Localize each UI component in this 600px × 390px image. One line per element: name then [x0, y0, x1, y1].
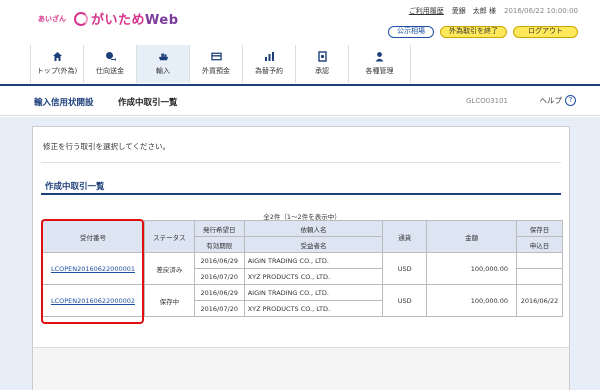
header: あいざん がいためWeb ご利用履歴 愛銀 太郎 様 2016/06/22 10… — [0, 0, 600, 42]
end-fx-session-button[interactable]: 外為取引を終了 — [440, 26, 507, 38]
management-icon — [374, 51, 385, 62]
col-header-status: ステータス — [143, 220, 195, 253]
logo-service-name: がいためWeb — [91, 9, 179, 28]
applicant-cell: AIGIN TRADING CO., LTD. — [243, 284, 384, 301]
saved-date-cell: 2016/06/22 — [515, 284, 564, 317]
status-cell: 保存中 — [143, 284, 195, 317]
section-title: 作成中取引一覧 — [45, 182, 105, 192]
logo-mark-icon — [74, 11, 88, 26]
nav-label: 外貨預金 — [202, 67, 230, 75]
col-header-applicant: 依頼人名 — [243, 220, 384, 237]
public-rates-button[interactable]: 公示相場 — [388, 26, 434, 38]
deposit-icon — [210, 51, 222, 62]
bank-logo[interactable]: あいざん がいためWeb — [38, 9, 179, 28]
nav-label: トップ(外為) — [36, 67, 78, 75]
beneficiary-cell: XYZ PRODUCTS CO., LTD. — [243, 268, 384, 285]
import-icon — [158, 51, 169, 62]
screen-id: GLCO03101 — [466, 97, 508, 105]
amount-cell: 100,000.00 — [426, 252, 517, 285]
header-buttons: 公示相場 外為取引を終了 ログアウト — [388, 26, 578, 38]
issue-date-cell: 2016/06/29 — [193, 284, 245, 301]
login-datetime: 2016/06/22 10:00:00 — [503, 7, 578, 15]
currency-cell: USD — [382, 284, 428, 317]
nav-label: 為替予約 — [255, 67, 283, 75]
nav-item-fx-deposit[interactable]: 外貨預金 — [190, 45, 243, 83]
col-header-expiry: 有効期限 — [193, 236, 245, 253]
expiry-cell: 2016/07/20 — [193, 300, 245, 317]
page-title-bar: 輸入信用状開設 作成中取引一覧 GLCO03101 ヘルプ ? — [0, 86, 600, 116]
page-title: 作成中取引一覧 — [118, 98, 178, 108]
col-header-saved-date: 保存日 — [515, 220, 564, 237]
status-cell: 差戻済み — [143, 252, 195, 285]
logo-bank-name: あいざん — [38, 14, 66, 23]
forward-contract-icon — [264, 51, 275, 62]
nav-label: 仕向送金 — [96, 67, 124, 75]
nav-label: 各種管理 — [365, 67, 394, 75]
nav-item-top[interactable]: トップ(外為) — [31, 45, 84, 83]
user-name: 愛銀 太郎 様 — [451, 7, 496, 15]
col-header-issue-date: 発行希望日 — [193, 220, 245, 237]
nav-item-import[interactable]: 輸入 — [137, 45, 190, 83]
divider — [41, 162, 561, 163]
saved-date-cell — [515, 252, 564, 269]
currency-cell: USD — [382, 252, 428, 285]
expiry-cell: 2016/07/20 — [193, 268, 245, 285]
top-links: ご利用履歴 愛銀 太郎 様 2016/06/22 10:00:00 — [409, 6, 578, 16]
nav-item-forward-contract[interactable]: 為替予約 — [243, 45, 296, 83]
nav-label: 承認 — [315, 67, 329, 75]
logo-service-web: Web — [145, 13, 179, 28]
logo-service-jp: がいため — [91, 13, 146, 28]
usage-history-link[interactable]: ご利用履歴 — [409, 6, 444, 16]
issue-date-cell: 2016/06/29 — [193, 252, 245, 269]
nav-item-remittance[interactable]: 仕向送金 — [84, 45, 137, 83]
amount-cell: 100,000.00 — [426, 284, 517, 317]
col-header-applied-date: 申込日 — [515, 236, 564, 253]
col-header-currency: 通貨 — [382, 220, 428, 253]
panel-footer — [33, 347, 569, 390]
breadcrumb: 輸入信用状開設 — [34, 98, 94, 108]
applied-date-cell — [515, 268, 564, 285]
help-label: ヘルプ — [539, 96, 563, 105]
nav-item-approval[interactable]: 承認 — [296, 45, 349, 83]
beneficiary-cell: XYZ PRODUCTS CO., LTD. — [243, 300, 384, 317]
nav-item-management[interactable]: 各種管理 — [349, 45, 411, 83]
help-icon: ? — [565, 95, 576, 106]
instruction-text: 修正を行う取引を選択してください。 — [43, 142, 171, 151]
col-header-amount: 金額 — [426, 220, 517, 253]
highlight-box — [41, 219, 144, 324]
remittance-icon — [105, 51, 116, 62]
applicant-cell: AIGIN TRADING CO., LTD. — [243, 252, 384, 269]
help-link[interactable]: ヘルプ ? — [539, 95, 576, 106]
home-icon — [52, 51, 63, 62]
logout-button[interactable]: ログアウト — [513, 26, 578, 38]
section-underline — [41, 193, 561, 195]
col-header-beneficiary: 受益者名 — [243, 236, 384, 253]
approval-icon — [317, 51, 328, 62]
global-nav: トップ(外為) 仕向送金 輸入 外貨預金 為替予約 承認 各種管理 — [30, 45, 411, 83]
nav-label: 輸入 — [156, 67, 170, 75]
